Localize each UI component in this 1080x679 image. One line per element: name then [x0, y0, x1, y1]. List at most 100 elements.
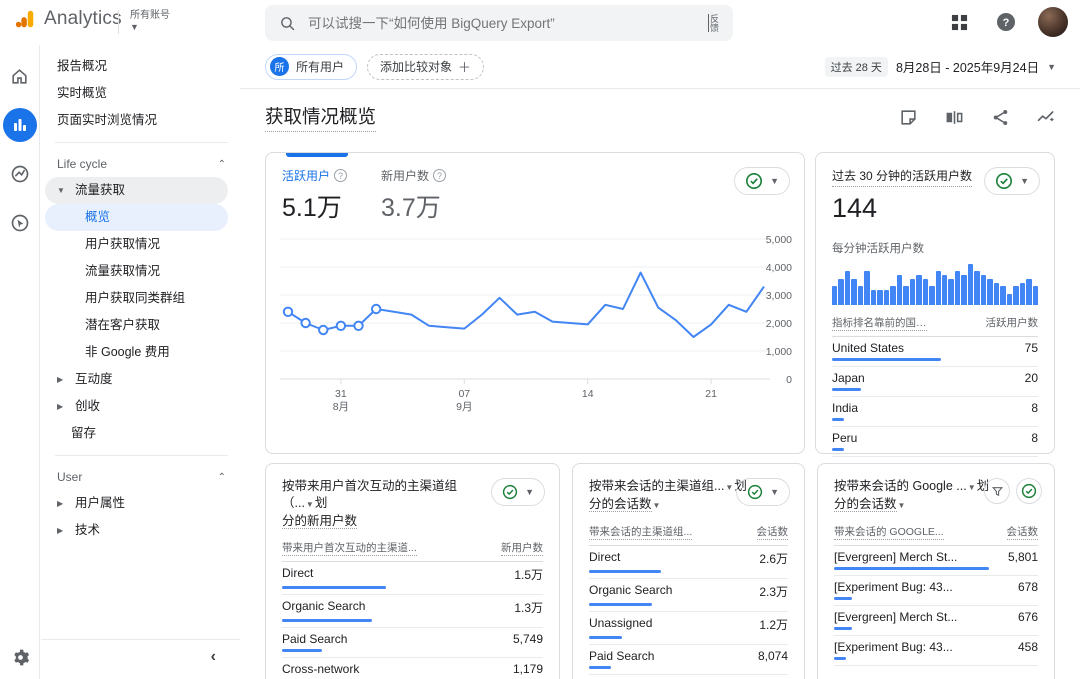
sidebar-section-user[interactable]: User⌃ [41, 464, 240, 490]
main-content: 所 所有用户 添加比较对象 ＋ 过去 28 天 8月28日 - 2025年9月2… [240, 45, 1080, 679]
svg-text:14: 14 [582, 388, 594, 400]
collapse-sidebar-icon[interactable]: ‹ [211, 648, 216, 666]
row-bar [832, 448, 844, 451]
all-users-badge: 所 [270, 57, 289, 76]
row-bar [589, 570, 661, 573]
row-label: Paid Search [589, 649, 654, 663]
minute-bar [1020, 283, 1025, 305]
chevron-down-icon: ▼ [57, 177, 65, 204]
sidebar-divider [55, 142, 228, 143]
sidebar-item-2[interactable]: 页面实时浏览情况 [41, 107, 240, 134]
svg-text:5,000: 5,000 [766, 234, 792, 246]
sidebar-item-17[interactable]: ▶用户属性 [45, 490, 228, 517]
data-quality-selector[interactable]: ▼ [491, 478, 545, 506]
sidebar-item-10[interactable]: 潜在客户获取 [45, 312, 228, 339]
card-controls [984, 478, 1042, 504]
search-bar[interactable]: 反馈 [265, 5, 733, 41]
row-label: Organic Search [282, 599, 365, 616]
data-quality-selector[interactable]: ▼ [736, 478, 790, 506]
col-header-left: 带来会话的主渠道组... [589, 524, 692, 540]
account-switcher[interactable]: 所有账号 ▼ [130, 6, 170, 32]
col-header-left: 带来会话的 GOOGLE... [834, 524, 944, 540]
table-row: Peru8 [832, 427, 1038, 457]
table-row-line: [Evergreen] Merch St...5,801 [834, 550, 1038, 564]
add-comparison-chip[interactable]: 添加比较对象 ＋ [367, 54, 484, 80]
minute-bar [1013, 286, 1018, 305]
card-title[interactable]: 按带来会话的 Google ...▼划分的会话数▼ [834, 478, 1009, 514]
sidebar-item-label: 页面实时浏览情况 [57, 113, 157, 127]
apps-grid-icon[interactable] [944, 7, 974, 37]
table-row-line: [Experiment Bug: 43...458 [834, 640, 1038, 654]
tab-new-users[interactable]: 新用户数 ? 3.7万 [381, 167, 446, 224]
row-label: India [832, 401, 858, 415]
row-value: 1.2万 [759, 616, 788, 633]
analytics-logo[interactable]: Analytics [14, 8, 122, 30]
all-users-chip[interactable]: 所 所有用户 [265, 54, 357, 80]
minute-bar [968, 264, 973, 305]
active-metric-indicator [286, 153, 348, 157]
svg-text:?: ? [1003, 17, 1010, 29]
help-icon[interactable]: ? [433, 169, 446, 182]
help-icon[interactable]: ? [334, 169, 347, 182]
table-row: Organic Search2.3万 [589, 579, 788, 612]
sidebar-item-14[interactable]: 留存 [41, 420, 240, 447]
minute-bar [838, 279, 843, 305]
sidebar-item-8[interactable]: 流量获取情况 [45, 258, 228, 285]
data-quality-selector[interactable]: ▼ [734, 167, 790, 195]
explore-icon[interactable] [3, 157, 37, 191]
table-row-line: [Evergreen] Merch St...676 [834, 610, 1038, 624]
table-row: Cross-network1,179 [282, 658, 543, 679]
sidebar-item-5[interactable]: ▼流量获取 [45, 177, 228, 204]
row-bar [282, 619, 372, 622]
sidebar-item-9[interactable]: 用户获取同类群组 [45, 285, 228, 312]
minute-bar [1007, 294, 1012, 305]
data-quality-selector[interactable]: ▼ [984, 167, 1040, 195]
sidebar-item-11[interactable]: 非 Google 费用 [45, 339, 228, 366]
chevron-down-icon: ▼ [1020, 176, 1029, 186]
minute-bar [948, 279, 953, 305]
minute-bar [890, 286, 895, 305]
sidebar-item-1[interactable]: 实时概览 [41, 80, 240, 107]
help-icon[interactable]: ? [991, 7, 1021, 37]
table-header: 带来会话的主渠道组...会话数 [589, 524, 788, 546]
sidebar-item-6[interactable]: 概览 [45, 204, 228, 231]
all-users-label: 所有用户 [296, 58, 344, 75]
sidebar-item-13[interactable]: ▶创收 [45, 393, 228, 420]
share-icon[interactable] [989, 106, 1011, 128]
search-input[interactable] [308, 16, 701, 31]
feedback-link[interactable]: 反馈 [709, 14, 719, 32]
settings-gear-icon[interactable] [0, 648, 40, 667]
notes-icon[interactable] [897, 106, 919, 128]
minute-bar [910, 279, 915, 305]
sidebar-section-label: Life cycle [57, 157, 107, 171]
card-title-text: 分的会话数 [589, 497, 652, 512]
avatar[interactable] [1038, 7, 1068, 37]
active-users-label: 活跃用户 [282, 167, 330, 184]
card-title[interactable]: 按带来用户首次互动的主渠道组（...▼划分的新用户数 [282, 478, 457, 530]
sidebar-item-12[interactable]: ▶互动度 [45, 366, 228, 393]
sidebar-item-18[interactable]: ▶技术 [45, 517, 228, 544]
table-row-line: Direct2.6万 [589, 550, 788, 567]
sidebar-section-life-cycle[interactable]: Life cycle⌃ [41, 151, 240, 177]
row-label: United States [832, 341, 904, 355]
check-circle-icon [995, 172, 1013, 190]
sidebar-item-7[interactable]: 用户获取情况 [45, 231, 228, 258]
table-row-line: [Experiment Bug: 43...678 [834, 580, 1038, 594]
insights-icon[interactable] [1035, 106, 1057, 128]
check-circle-icon [745, 172, 763, 190]
filter-icon[interactable] [984, 478, 1010, 504]
sidebar-item-label: 潜在客户获取 [85, 318, 160, 332]
table-row-line: Japan20 [832, 371, 1038, 385]
row-value: 2.6万 [759, 550, 788, 567]
data-quality-icon[interactable] [1016, 478, 1042, 504]
home-icon[interactable] [3, 59, 37, 93]
sessions-by-channel-card: 按带来会话的主渠道组...▼划分的会话数▼▼带来会话的主渠道组...会话数Dir… [572, 463, 805, 679]
reports-icon[interactable] [3, 108, 37, 142]
date-range-selector[interactable]: 过去 28 天 8月28日 - 2025年9月24日 ▼ [825, 57, 1056, 77]
row-bar [834, 627, 852, 630]
minute-bar [851, 279, 856, 305]
compare-reports-icon[interactable] [943, 106, 965, 128]
advertising-icon[interactable] [3, 206, 37, 240]
tab-active-users[interactable]: 活跃用户 ? 5.1万 [282, 167, 347, 224]
sidebar-item-0[interactable]: 报告概况 [41, 53, 240, 80]
